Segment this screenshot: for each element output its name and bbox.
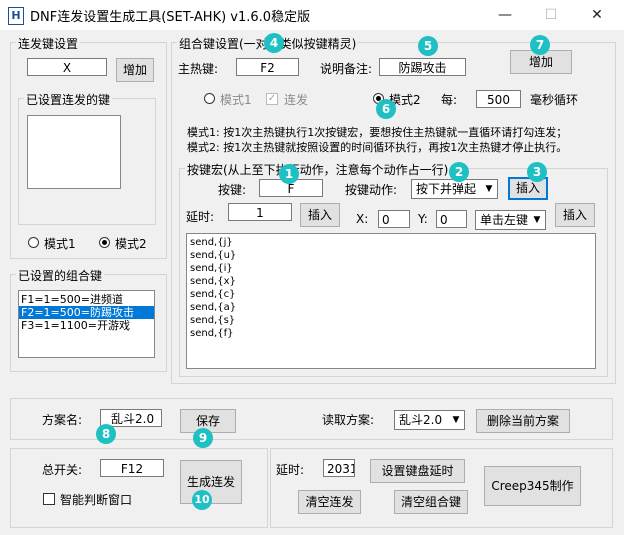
- chevron-down-icon: ▼: [533, 215, 541, 225]
- maximize-button: ☐: [544, 7, 558, 23]
- repeat-key-input[interactable]: X: [27, 58, 107, 76]
- chevron-down-icon: ▼: [452, 415, 460, 425]
- action-dropdown-value: 按下并弹起: [416, 182, 477, 196]
- credit-button[interactable]: Creep345制作: [484, 466, 581, 506]
- action-label: 按键动作:: [345, 183, 398, 197]
- annotation-badge: 1: [279, 164, 299, 184]
- ms-loop-label: 毫秒循环: [530, 93, 579, 107]
- repeat-checkbox-label: 连发: [284, 93, 309, 107]
- repeat-mode1-radio[interactable]: [28, 237, 39, 248]
- minimize-button[interactable]: —: [482, 0, 528, 30]
- macro-line: send,{j}: [190, 237, 233, 248]
- annotation-badge: 5: [418, 36, 438, 56]
- repeat-checkbox: ✓: [266, 93, 278, 105]
- macro-delay-input[interactable]: 1: [228, 203, 292, 221]
- scheme-dropdown[interactable]: 乱斗2.0 ▼: [394, 410, 465, 430]
- annotation-badge: 7: [530, 35, 550, 55]
- combo-list-group-label: 已设置的组合键: [16, 267, 105, 284]
- macro-group-label: 按键宏(从上至下执行动作，注意每个动作占一行): [185, 161, 451, 178]
- annotation-badge: 3: [527, 162, 547, 182]
- macro-line: send,{c}: [190, 289, 236, 300]
- macro-line: send,{s}: [190, 315, 236, 326]
- set-repeat-keys-label: 已设置连发的键: [24, 91, 113, 108]
- chevron-down-icon: ▼: [485, 184, 493, 194]
- master-switch-label: 总开关:: [42, 463, 83, 477]
- macro-editor[interactable]: send,{j} send,{u} send,{i} send,{x} send…: [186, 233, 596, 369]
- combo-list[interactable]: F1=1=500=进频道 F2=1=500=防踢攻击 F3=1=1100=开游戏: [18, 290, 155, 358]
- insert-click-button[interactable]: 插入: [555, 203, 595, 227]
- app-icon: H: [8, 7, 24, 25]
- y-label: Y:: [418, 212, 428, 226]
- list-item[interactable]: F1=1=500=进频道: [19, 293, 154, 306]
- every-label: 每:: [441, 93, 458, 107]
- macro-line: send,{a}: [190, 302, 237, 313]
- annotation-badge: 6: [376, 99, 396, 119]
- hotkey-input[interactable]: F2: [236, 58, 299, 76]
- y-input[interactable]: 0: [436, 210, 467, 228]
- scheme-dropdown-value: 乱斗2.0: [399, 413, 443, 427]
- mode1-description: 模式1: 按1次主热键执行1次按键宏，要想按住主热键就一直循环请打勾连发；: [187, 126, 568, 139]
- master-switch-input[interactable]: F12: [100, 459, 164, 477]
- list-item[interactable]: F3=1=1100=开游戏: [19, 319, 154, 332]
- close-button[interactable]: ✕: [574, 0, 620, 30]
- note-input[interactable]: 防踢攻击: [379, 58, 466, 76]
- clear-combo-button[interactable]: 清空组合键: [394, 490, 468, 514]
- annotation-badge: 9: [193, 428, 213, 448]
- clear-repeat-button[interactable]: 清空连发: [298, 490, 361, 514]
- macro-delay-label: 延时:: [186, 210, 215, 224]
- action-dropdown[interactable]: 按下并弹起 ▼: [411, 179, 498, 199]
- annotation-badge: 4: [264, 33, 284, 53]
- annotation-badge: 2: [449, 162, 469, 182]
- repeat-add-button[interactable]: 增加: [116, 58, 154, 82]
- window-title: DNF连发设置生成工具(SET-AHK) v1.6.0稳定版: [30, 10, 311, 25]
- macro-line: send,{f}: [190, 328, 234, 339]
- macro-key-label: 按键:: [218, 183, 247, 197]
- x-label: X:: [356, 212, 369, 226]
- keyboard-delay-input[interactable]: 2031: [323, 459, 355, 477]
- repeat-keys-list[interactable]: [27, 115, 121, 189]
- scheme-name-label: 方案名:: [42, 413, 83, 427]
- keyboard-delay-label: 延时:: [276, 463, 305, 477]
- macro-line: send,{x}: [190, 276, 236, 287]
- repeat-mode1-label: 模式1: [44, 237, 76, 251]
- macro-line: send,{i}: [190, 263, 233, 274]
- set-keyboard-delay-button[interactable]: 设置键盘延时: [370, 459, 465, 483]
- loop-ms-input[interactable]: 500: [476, 90, 521, 108]
- repeat-key-group-label: 连发键设置: [16, 35, 81, 52]
- annotation-badge: 8: [96, 424, 116, 444]
- macro-line: send,{u}: [190, 250, 237, 261]
- hotkey-label: 主热键:: [178, 62, 219, 76]
- note-label: 说明备注:: [320, 62, 373, 76]
- delete-scheme-button[interactable]: 删除当前方案: [476, 409, 570, 433]
- insert-delay-button[interactable]: 插入: [300, 203, 340, 227]
- click-dropdown[interactable]: 单击左键 ▼: [475, 210, 546, 230]
- repeat-mode2-label: 模式2: [115, 237, 147, 251]
- combo-mode1-radio[interactable]: [204, 93, 215, 104]
- read-scheme-label: 读取方案:: [322, 413, 375, 427]
- repeat-mode2-radio[interactable]: [99, 237, 110, 248]
- smart-window-label: 智能判断窗口: [60, 493, 133, 507]
- annotation-badge: 10: [192, 490, 212, 510]
- smart-window-checkbox[interactable]: [43, 493, 55, 505]
- mode2-description: 模式2: 按1次主热键就按照设置的时间循环执行，再按1次主热键才停止执行。: [187, 141, 568, 154]
- click-dropdown-value: 单击左键: [480, 213, 529, 227]
- combo-mode1-label: 模式1: [220, 93, 252, 107]
- list-item[interactable]: F2=1=500=防踢攻击: [19, 306, 154, 319]
- x-input[interactable]: 0: [378, 210, 410, 228]
